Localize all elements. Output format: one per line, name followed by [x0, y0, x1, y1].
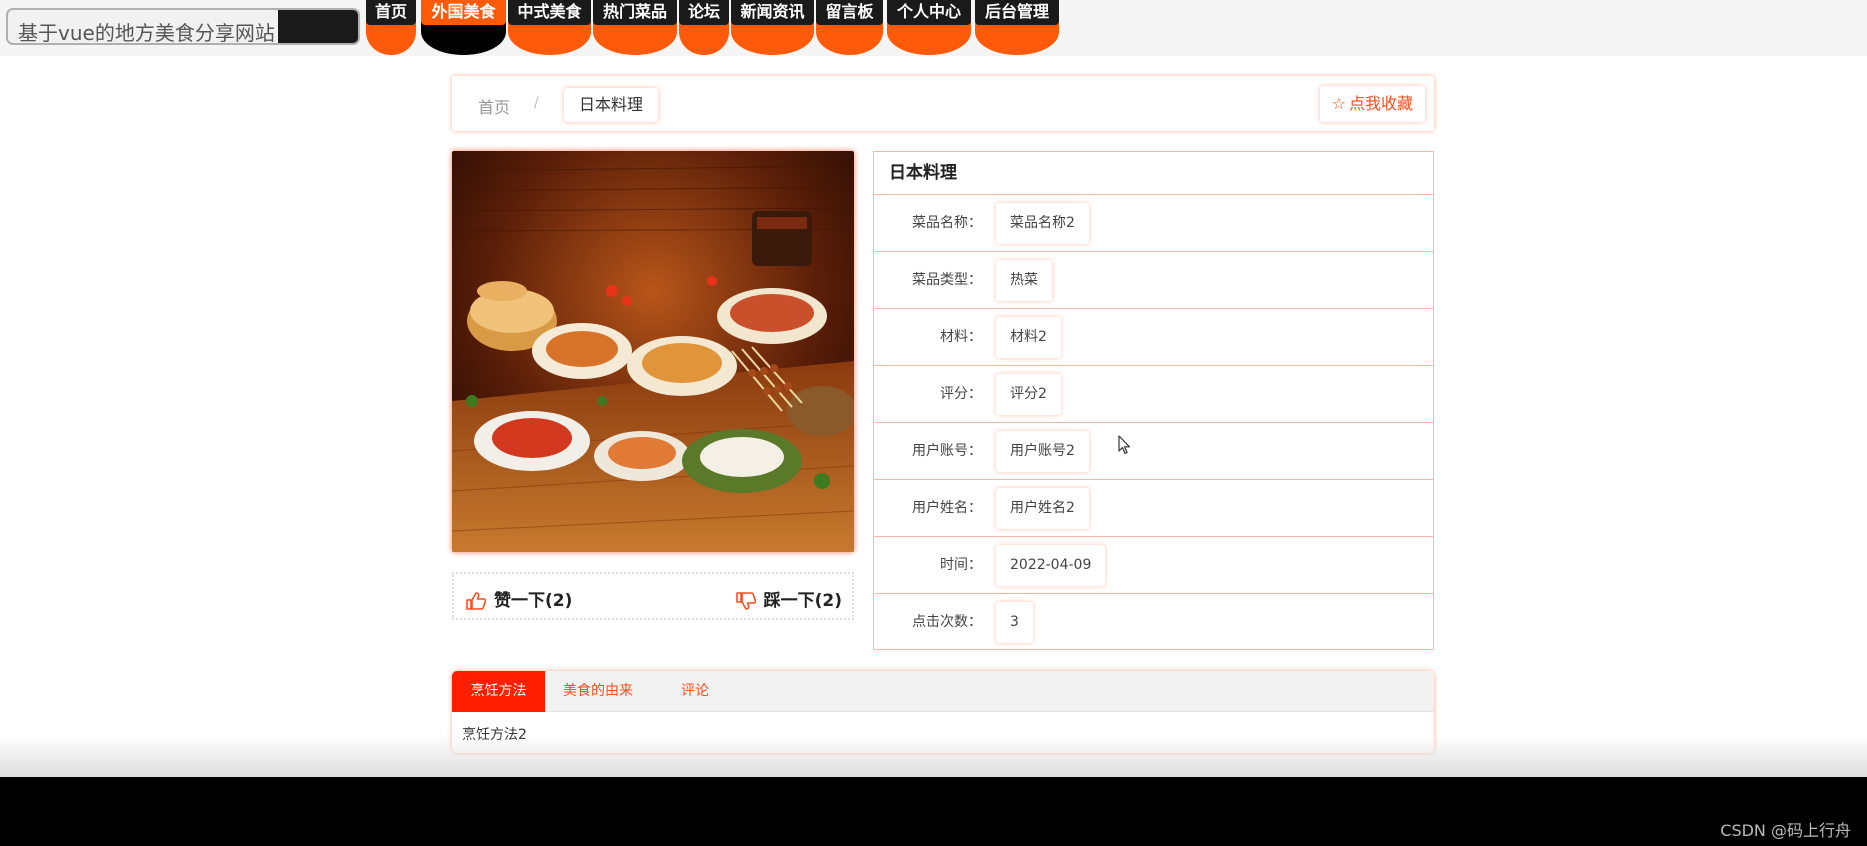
favorite-button[interactable]: ☆ 点我收藏 — [1319, 86, 1425, 122]
nav-item-foreign-food[interactable]: 外国美食 — [421, 0, 506, 55]
detail-label: 菜品名称： — [912, 215, 982, 231]
nav-item-hot-dishes[interactable]: 热门菜品 — [593, 0, 677, 55]
top-navigation-bar: 基于vue的地方美食分享网站 首页 外国美食 中式美食 热门菜品 论坛 新闻资讯… — [0, 0, 1867, 56]
detail-value: 3 — [996, 602, 1033, 643]
footer-fade — [0, 735, 1867, 777]
dish-details-table: 日本料理 菜品名称： 菜品名称2 菜品类型： 热菜 材料： 材料2 评分： 评分… — [873, 151, 1434, 650]
detail-value: 热菜 — [996, 260, 1052, 301]
nav-item-label: 留言板 — [816, 0, 883, 25]
detail-label: 时间： — [940, 557, 982, 573]
dislike-button[interactable]: 踩一下(2) — [735, 586, 842, 611]
nav-item-label: 外国美食 — [421, 0, 506, 25]
dish-image — [452, 151, 854, 552]
detail-value: 2022-04-09 — [996, 545, 1106, 586]
nav-item-forum[interactable]: 论坛 — [679, 0, 729, 55]
breadcrumb-current: 日本料理 — [564, 88, 659, 122]
nav-item-news[interactable]: 新闻资讯 — [731, 0, 814, 55]
detail-value: 用户账号2 — [996, 431, 1089, 472]
detail-label: 材料： — [940, 329, 982, 345]
detail-row-dish-name: 菜品名称： 菜品名称2 — [874, 195, 1433, 252]
thumbs-up-icon — [466, 591, 494, 611]
nav-item-label: 新闻资讯 — [731, 0, 814, 25]
site-title-decoration — [278, 10, 358, 43]
detail-value: 评分2 — [996, 374, 1061, 415]
tab-cooking-method[interactable]: 烹饪方法 — [452, 671, 545, 712]
like-button[interactable]: 赞一下(2) — [466, 586, 572, 611]
nav-item-personal-center[interactable]: 个人中心 — [887, 0, 971, 55]
nav-item-admin[interactable]: 后台管理 — [975, 0, 1059, 55]
nav-item-chinese-food[interactable]: 中式美食 — [508, 0, 591, 55]
nav-item-label: 热门菜品 — [593, 0, 677, 25]
breadcrumb: 首页 / 日本料理 ☆ 点我收藏 — [452, 76, 1434, 131]
detail-row-click-count: 点击次数： 3 — [874, 594, 1433, 651]
detail-row-user-name: 用户姓名： 用户姓名2 — [874, 480, 1433, 537]
detail-value: 菜品名称2 — [996, 203, 1089, 244]
detail-row-time: 时间： 2022-04-09 — [874, 537, 1433, 594]
mouse-cursor-icon — [1118, 435, 1132, 459]
thumbs-down-icon — [735, 591, 764, 611]
vote-bar: 赞一下(2) 踩一下(2) — [452, 572, 854, 620]
details-title: 日本料理 — [874, 152, 1433, 195]
nav-item-home[interactable]: 首页 — [366, 0, 416, 55]
star-outline-icon: ☆ — [1331, 94, 1346, 113]
detail-value: 材料2 — [996, 317, 1061, 358]
nav-item-label: 个人中心 — [887, 0, 971, 25]
detail-row-dish-type: 菜品类型： 热菜 — [874, 252, 1433, 309]
footer: CSDN @码上行舟 — [0, 777, 1867, 846]
nav-item-label: 后台管理 — [975, 0, 1059, 25]
tab-comments[interactable]: 评论 — [651, 671, 739, 712]
breadcrumb-separator: / — [534, 95, 539, 111]
site-title: 基于vue的地方美食分享网站 — [18, 21, 275, 45]
detail-label: 评分： — [940, 386, 982, 402]
detail-label: 点击次数： — [912, 614, 982, 630]
breadcrumb-home-link[interactable]: 首页 — [478, 94, 510, 118]
detail-row-user-account: 用户账号： 用户账号2 — [874, 423, 1433, 480]
detail-label: 用户账号： — [912, 443, 982, 459]
detail-label: 菜品类型： — [912, 272, 982, 288]
dislike-label: 踩一下(2) — [763, 591, 842, 611]
nav-item-message-board[interactable]: 留言板 — [816, 0, 883, 55]
nav-item-label: 中式美食 — [508, 0, 591, 25]
detail-row-ingredients: 材料： 材料2 — [874, 309, 1433, 366]
detail-label: 用户姓名： — [912, 500, 982, 516]
watermark-text: CSDN @码上行舟 — [1720, 821, 1851, 840]
nav-item-label: 首页 — [366, 0, 416, 25]
tab-food-origin[interactable]: 美食的由来 — [545, 671, 651, 712]
detail-value: 用户姓名2 — [996, 488, 1089, 529]
like-label: 赞一下(2) — [494, 591, 573, 611]
tab-header: 烹饪方法 美食的由来 评论 — [452, 671, 1434, 712]
nav-item-label: 论坛 — [679, 0, 729, 25]
favorite-button-label: 点我收藏 — [1348, 94, 1413, 113]
detail-row-rating: 评分： 评分2 — [874, 366, 1433, 423]
site-title-box: 基于vue的地方美食分享网站 — [6, 8, 360, 45]
